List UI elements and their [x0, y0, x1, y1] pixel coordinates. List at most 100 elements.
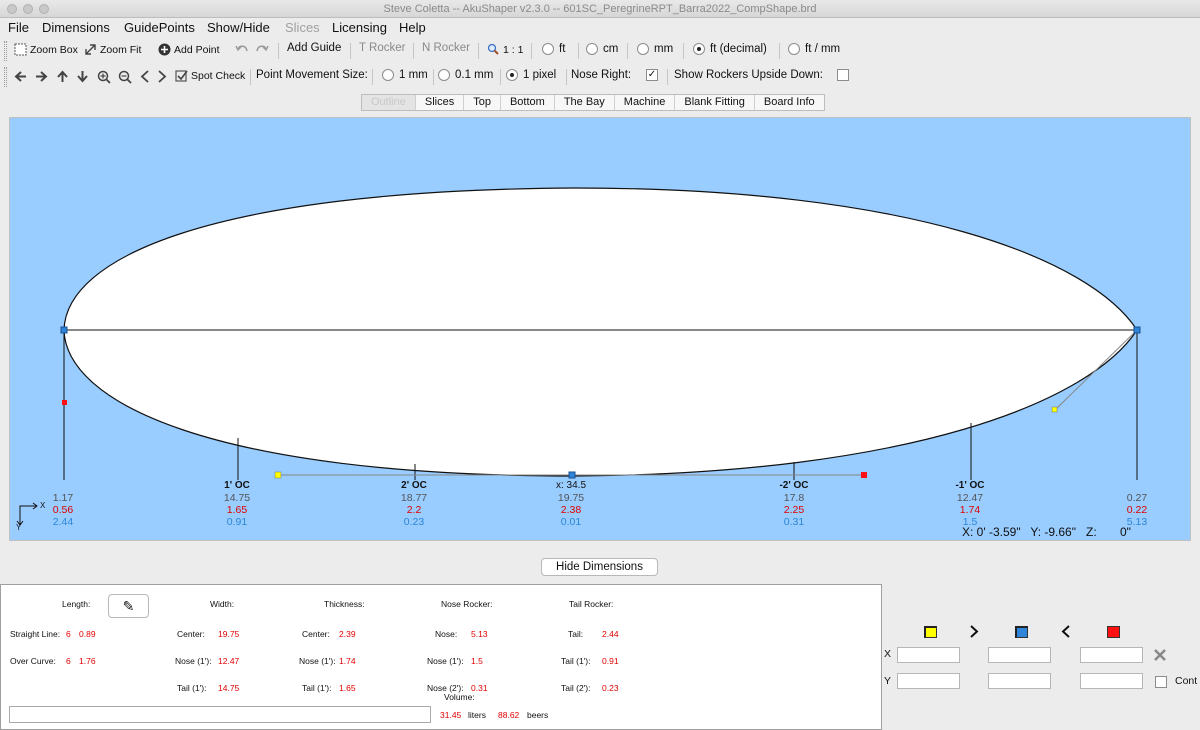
- toolbar-separator: [478, 43, 479, 59]
- red-y-field[interactable]: [1080, 673, 1143, 689]
- over-curve-ft: 6: [66, 656, 71, 666]
- measurement-width: 14.75: [223, 492, 251, 504]
- red-x-field[interactable]: [1080, 647, 1143, 663]
- scale-label: 1 : 1: [503, 43, 524, 56]
- scale-button[interactable]: 1 : 1: [487, 43, 523, 56]
- board-outline-shape[interactable]: [63, 187, 1138, 477]
- tab-slices[interactable]: Slices: [416, 95, 465, 110]
- length-label: Length:: [62, 599, 91, 609]
- radio-button[interactable]: [506, 69, 518, 81]
- unit-radio-mm[interactable]: mm: [637, 43, 673, 55]
- arrow-right-icon[interactable]: [35, 70, 48, 83]
- blue-point-selector[interactable]: [1015, 626, 1028, 638]
- radio-button[interactable]: [693, 43, 705, 55]
- arrow-left-icon[interactable]: [14, 70, 27, 83]
- red-point-selector[interactable]: [1107, 626, 1120, 638]
- tab-blank-fitting[interactable]: Blank Fitting: [675, 95, 755, 110]
- radio-button[interactable]: [382, 69, 394, 81]
- radio-button[interactable]: [542, 43, 554, 55]
- control-point-nose[interactable]: [1133, 326, 1141, 334]
- toolbar-grip[interactable]: [4, 41, 7, 61]
- chevron-right-icon[interactable]: [969, 625, 979, 638]
- size-radio-1pixel[interactable]: 1 pixel: [506, 69, 556, 81]
- undo-button[interactable]: [235, 43, 249, 55]
- tab-top[interactable]: Top: [464, 95, 501, 110]
- blue-y-field[interactable]: [988, 673, 1051, 689]
- toolbar-separator: [578, 43, 579, 59]
- notes-input[interactable]: [9, 706, 431, 723]
- straight-line-in: 0.89: [79, 629, 96, 639]
- unit-radio-ft-mm[interactable]: ft / mm: [788, 43, 840, 55]
- measurement-tail: 1.17 0.56 2.44: [28, 480, 98, 528]
- redo-button[interactable]: [255, 43, 269, 55]
- radio-button[interactable]: [637, 43, 649, 55]
- menu-show-hide[interactable]: Show/Hide: [207, 20, 270, 35]
- yellow-x-field[interactable]: [897, 647, 960, 663]
- tangent-point-yellow[interactable]: [1051, 406, 1058, 413]
- menu-bar: File Dimensions GuidePoints Show/Hide Sl…: [0, 18, 1200, 38]
- menu-slices[interactable]: Slices: [285, 20, 320, 35]
- show-rockers-checkbox[interactable]: [837, 69, 849, 81]
- board-outline-drawing[interactable]: [10, 118, 1192, 542]
- nose-right-checkbox[interactable]: ✓: [646, 69, 658, 81]
- unit-radio-ft-decimal[interactable]: ft (decimal): [693, 43, 767, 55]
- width-tail-label: Tail (1'):: [177, 683, 207, 693]
- add-guide-button[interactable]: Add Guide: [287, 42, 341, 54]
- menu-file[interactable]: File: [8, 20, 29, 35]
- size-radio-1mm[interactable]: 1 mm: [382, 69, 428, 81]
- outline-canvas[interactable]: [9, 117, 1191, 541]
- control-point-tail[interactable]: [60, 326, 68, 334]
- radio-button[interactable]: [438, 69, 450, 81]
- yellow-point-selector[interactable]: [924, 626, 937, 638]
- toolbar-separator: [683, 43, 684, 59]
- tangent-point-red[interactable]: [861, 472, 867, 478]
- show-rockers-text: Show Rockers Upside Down:: [674, 69, 823, 81]
- tail-rocker-label: Tail Rocker:: [569, 599, 614, 609]
- tangent-point-red[interactable]: [62, 400, 67, 405]
- unit-radio-cm[interactable]: cm: [586, 43, 618, 55]
- size-radio-01mm[interactable]: 0.1 mm: [438, 69, 493, 81]
- n-rocker-button[interactable]: N Rocker: [422, 42, 470, 54]
- tangent-point-yellow[interactable]: [274, 471, 282, 479]
- unit-radio-ft[interactable]: ft: [542, 43, 565, 55]
- tab-board-info[interactable]: Board Info: [755, 95, 824, 110]
- undo-icon: [235, 45, 248, 52]
- tab-bottom[interactable]: Bottom: [501, 95, 555, 110]
- tab-the-bay[interactable]: The Bay: [555, 95, 615, 110]
- zoom-box-button[interactable]: Zoom Box: [14, 43, 78, 56]
- measurement-width: 19.75: [557, 492, 585, 504]
- measurement-thickness: 2.38: [560, 504, 582, 516]
- show-rockers-label: Show Rockers Upside Down:: [674, 69, 823, 81]
- continuous-checkbox[interactable]: [1155, 676, 1167, 688]
- add-point-button[interactable]: Add Point: [158, 43, 220, 56]
- arrow-up-icon[interactable]: [56, 70, 69, 83]
- tab-machine[interactable]: Machine: [615, 95, 676, 110]
- toolbar-grip[interactable]: [4, 67, 7, 87]
- t-rocker-button[interactable]: T Rocker: [359, 42, 405, 54]
- measurement-nose: 0.27 0.22 5.13: [1102, 480, 1172, 528]
- hide-dimensions-button[interactable]: Hide Dimensions: [541, 558, 658, 576]
- chevron-left-icon[interactable]: [140, 70, 150, 83]
- radio-button[interactable]: [586, 43, 598, 55]
- spot-check-button[interactable]: Spot Check: [175, 69, 245, 82]
- blue-x-field[interactable]: [988, 647, 1051, 663]
- chevron-left-icon[interactable]: [1061, 625, 1071, 638]
- close-icon[interactable]: [1153, 648, 1167, 662]
- yellow-y-field[interactable]: [897, 673, 960, 689]
- chevron-right-icon[interactable]: [157, 70, 167, 83]
- edit-length-button[interactable]: ✎: [108, 594, 149, 618]
- zoom-out-icon[interactable]: [118, 70, 132, 84]
- measurement-head: -2' OC: [779, 480, 809, 491]
- unit-label: ft: [559, 43, 566, 55]
- zoom-fit-button[interactable]: Zoom Fit: [84, 43, 141, 56]
- menu-guidepoints[interactable]: GuidePoints: [124, 20, 195, 35]
- arrow-down-icon[interactable]: [76, 70, 89, 83]
- tab-outline[interactable]: Outline: [362, 95, 416, 110]
- menu-licensing[interactable]: Licensing: [332, 20, 387, 35]
- control-point-center[interactable]: [568, 471, 576, 479]
- zoom-in-icon[interactable]: [97, 70, 111, 84]
- size-label: 0.1 mm: [455, 69, 494, 81]
- radio-button[interactable]: [788, 43, 800, 55]
- menu-help[interactable]: Help: [399, 20, 426, 35]
- menu-dimensions[interactable]: Dimensions: [42, 20, 110, 35]
